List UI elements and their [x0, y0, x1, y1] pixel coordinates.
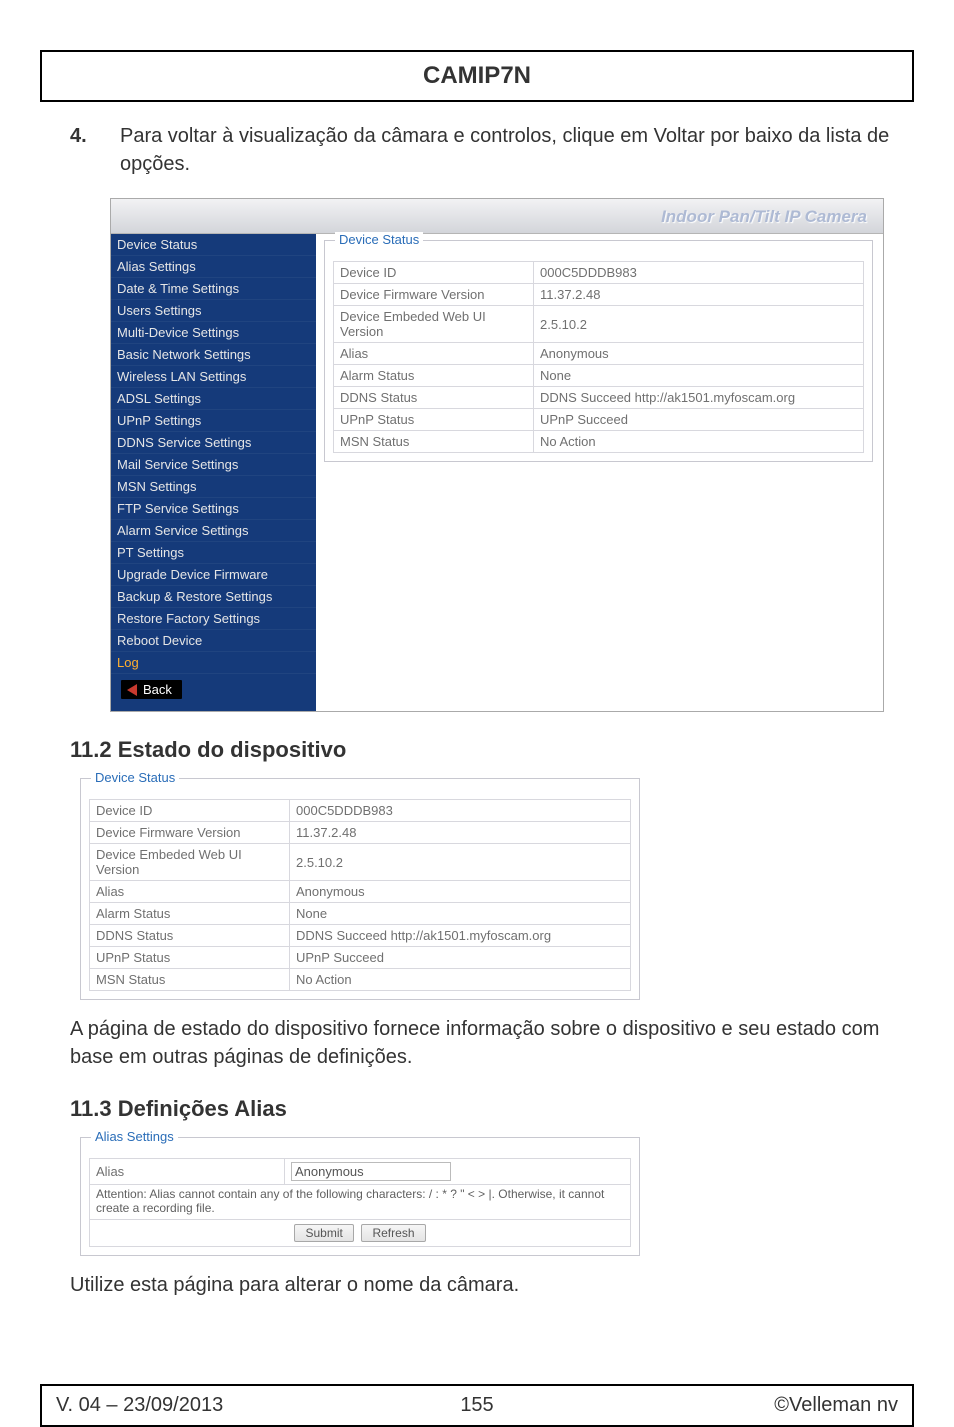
table-row: AliasAnonymous	[334, 343, 864, 365]
table-row: AliasAnonymous	[90, 881, 631, 903]
sidebar-item[interactable]: Multi-Device Settings	[111, 322, 316, 344]
table-row: Alias	[90, 1159, 631, 1185]
sidebar-item[interactable]: PT Settings	[111, 542, 316, 564]
sidebar-item[interactable]: Log	[111, 652, 316, 674]
back-arrow-icon	[127, 684, 137, 696]
section-heading-11-2: 11.2 Estado do dispositivo	[70, 737, 914, 763]
section-heading-11-3: 11.3 Definições Alias	[70, 1096, 914, 1122]
alias-table: Alias Attention: Alias cannot contain an…	[89, 1158, 631, 1247]
table-row: Device Firmware Version11.37.2.48	[334, 284, 864, 306]
page-title: CAMIP7N	[40, 50, 914, 102]
table-row: Device ID000C5DDDB983	[90, 800, 631, 822]
body-text-11-2: A página de estado do dispositivo fornec…	[70, 1015, 884, 1071]
table-row: Device Embeded Web UI Version2.5.10.2	[334, 306, 864, 343]
refresh-button[interactable]: Refresh	[361, 1224, 425, 1242]
page-footer: V. 04 – 23/09/2013 155 ©Velleman nv	[40, 1384, 914, 1427]
table-row: DDNS StatusDDNS Succeed http://ak1501.my…	[334, 387, 864, 409]
sidebar-item[interactable]: Basic Network Settings	[111, 344, 316, 366]
screenshot-full-ui: Indoor Pan/Tilt IP Camera Device Status …	[110, 198, 884, 712]
table-row: Alarm StatusNone	[334, 365, 864, 387]
button-row: Submit Refresh	[90, 1220, 631, 1247]
table-row: Device ID000C5DDDB983	[334, 262, 864, 284]
panel-legend: Alias Settings	[91, 1129, 178, 1144]
panel-legend: Device Status	[335, 232, 423, 247]
sidebar-item[interactable]: Alarm Service Settings	[111, 520, 316, 542]
alias-input[interactable]	[291, 1162, 451, 1181]
sidebar-item[interactable]: DDNS Service Settings	[111, 432, 316, 454]
alias-settings-panel: Alias Settings Alias Attention: Alias ca…	[80, 1137, 640, 1256]
table-row: UPnP StatusUPnP Succeed	[334, 409, 864, 431]
sidebar-item[interactable]: Mail Service Settings	[111, 454, 316, 476]
body-text-11-3: Utilize esta página para alterar o nome …	[70, 1271, 884, 1299]
table-row: Alarm StatusNone	[90, 903, 631, 925]
footer-version: V. 04 – 23/09/2013	[56, 1394, 460, 1417]
attention-row: Attention: Alias cannot contain any of t…	[90, 1185, 631, 1220]
screenshot-alias-settings: Alias Settings Alias Attention: Alias ca…	[80, 1137, 640, 1256]
attention-text: Attention: Alias cannot contain any of t…	[90, 1185, 631, 1220]
alias-label: Alias	[90, 1159, 285, 1185]
footer-page-number: 155	[460, 1394, 493, 1417]
sidebar-item[interactable]: Backup & Restore Settings	[111, 586, 316, 608]
step-text: Para voltar à visualização da câmara e c…	[120, 122, 914, 178]
sidebar: Device Status Alias Settings Date & Time…	[111, 234, 316, 711]
banner-title: Indoor Pan/Tilt IP Camera	[111, 199, 883, 234]
sidebar-item[interactable]: MSN Settings	[111, 476, 316, 498]
status-table: Device ID000C5DDDB983 Device Firmware Ve…	[333, 261, 864, 453]
table-row: DDNS StatusDDNS Succeed http://ak1501.my…	[90, 925, 631, 947]
sidebar-item[interactable]: FTP Service Settings	[111, 498, 316, 520]
submit-button[interactable]: Submit	[294, 1224, 353, 1242]
device-status-panel: Device Status Device ID000C5DDDB983 Devi…	[80, 778, 640, 1000]
sidebar-item[interactable]: Device Status	[111, 234, 316, 256]
sidebar-item[interactable]: Restore Factory Settings	[111, 608, 316, 630]
sidebar-item[interactable]: UPnP Settings	[111, 410, 316, 432]
sidebar-item[interactable]: Users Settings	[111, 300, 316, 322]
table-row: Device Firmware Version11.37.2.48	[90, 822, 631, 844]
footer-copyright: ©Velleman nv	[494, 1394, 898, 1417]
table-row: UPnP StatusUPnP Succeed	[90, 947, 631, 969]
step-number: 4.	[70, 122, 120, 178]
sidebar-item[interactable]: Date & Time Settings	[111, 278, 316, 300]
table-row: MSN StatusNo Action	[334, 431, 864, 453]
sidebar-item[interactable]: Wireless LAN Settings	[111, 366, 316, 388]
sidebar-item[interactable]: Upgrade Device Firmware	[111, 564, 316, 586]
step-row: 4. Para voltar à visualização da câmara …	[70, 122, 914, 178]
panel-legend: Device Status	[91, 770, 179, 785]
table-row: MSN StatusNo Action	[90, 969, 631, 991]
sidebar-item[interactable]: Alias Settings	[111, 256, 316, 278]
screenshot-device-status: Device Status Device ID000C5DDDB983 Devi…	[80, 778, 640, 1000]
back-label: Back	[143, 682, 172, 697]
sidebar-item[interactable]: Reboot Device	[111, 630, 316, 652]
sidebar-item[interactable]: ADSL Settings	[111, 388, 316, 410]
device-status-panel: Device Status Device ID000C5DDDB983 Devi…	[324, 240, 873, 462]
table-row: Device Embeded Web UI Version2.5.10.2	[90, 844, 631, 881]
back-button[interactable]: Back	[121, 680, 182, 699]
status-table: Device ID000C5DDDB983 Device Firmware Ve…	[89, 799, 631, 991]
